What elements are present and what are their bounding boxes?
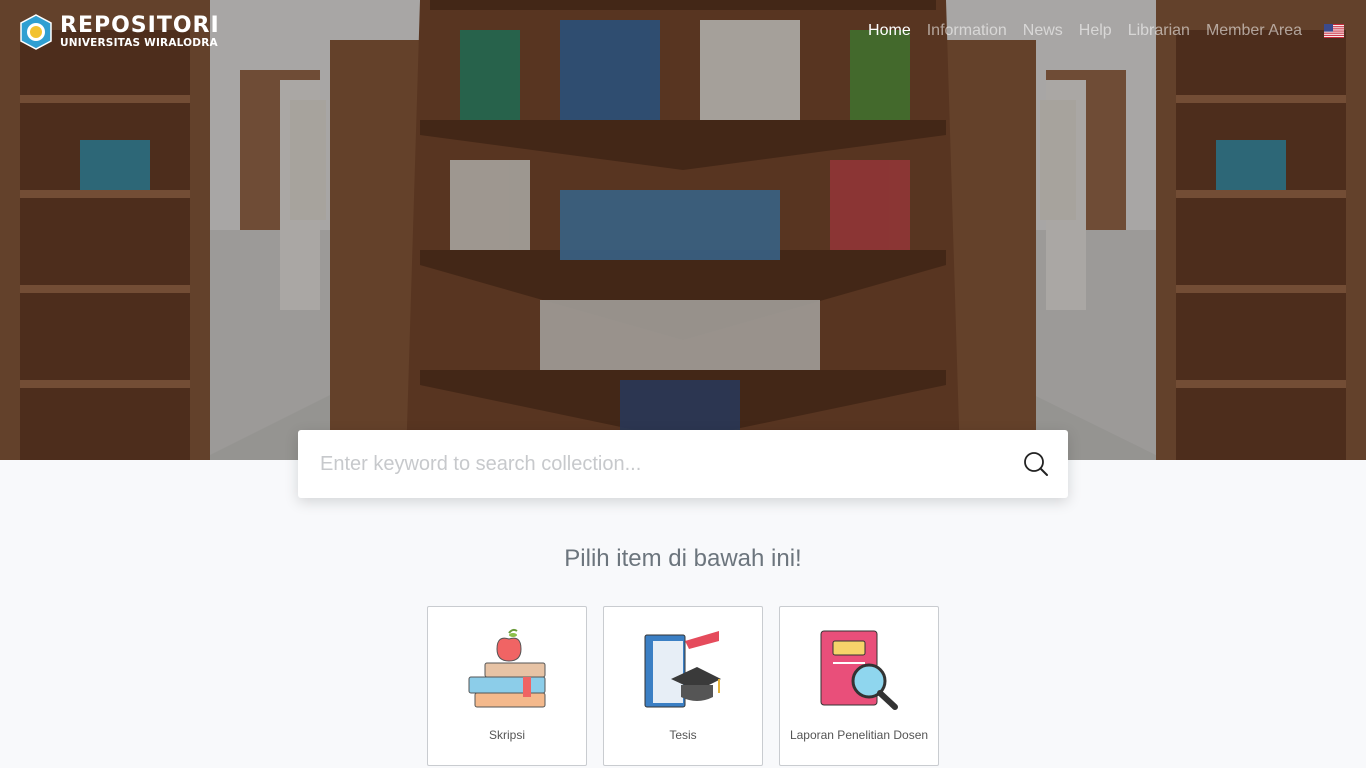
report-magnifier-icon bbox=[820, 630, 898, 710]
card-skripsi[interactable]: Skripsi bbox=[427, 606, 587, 766]
brand-subtitle: UNIVERSITAS WIRALODRA bbox=[60, 37, 218, 50]
brand-logo-link[interactable]: REPOSITORI UNIVERSITAS WIRALODRA bbox=[18, 14, 220, 50]
section-heading: Pilih item di bawah ini! bbox=[564, 545, 802, 572]
search-input[interactable] bbox=[298, 430, 1022, 498]
card-tesis[interactable]: Tesis bbox=[603, 606, 763, 766]
collection-cards: Skripsi Tesis Laporan Penelitian Dosen bbox=[427, 606, 939, 766]
nav-member-area[interactable]: Member Area bbox=[1206, 22, 1302, 40]
brand-title: REPOSITORI bbox=[60, 13, 220, 39]
card-label: Laporan Penelitian Dosen bbox=[789, 728, 929, 742]
thesis-book-icon bbox=[644, 631, 721, 708]
hero-banner bbox=[0, 0, 1366, 460]
card-label: Skripsi bbox=[488, 728, 525, 742]
top-navigation: Home Information News Help Librarian Mem… bbox=[868, 22, 1344, 40]
search-icon[interactable] bbox=[1022, 450, 1050, 478]
books-apple-icon bbox=[468, 628, 546, 708]
nav-librarian[interactable]: Librarian bbox=[1128, 22, 1190, 40]
nav-home[interactable]: Home bbox=[868, 22, 911, 40]
card-label: Tesis bbox=[669, 728, 697, 742]
search-bar bbox=[298, 430, 1068, 498]
hero-overlay bbox=[0, 0, 1366, 460]
card-laporan-penelitian-dosen[interactable]: Laporan Penelitian Dosen bbox=[779, 606, 939, 766]
nav-help[interactable]: Help bbox=[1079, 22, 1112, 40]
us-flag-icon[interactable] bbox=[1324, 24, 1344, 38]
university-emblem-icon bbox=[20, 14, 52, 50]
nav-news[interactable]: News bbox=[1023, 22, 1063, 40]
nav-information[interactable]: Information bbox=[927, 22, 1007, 40]
